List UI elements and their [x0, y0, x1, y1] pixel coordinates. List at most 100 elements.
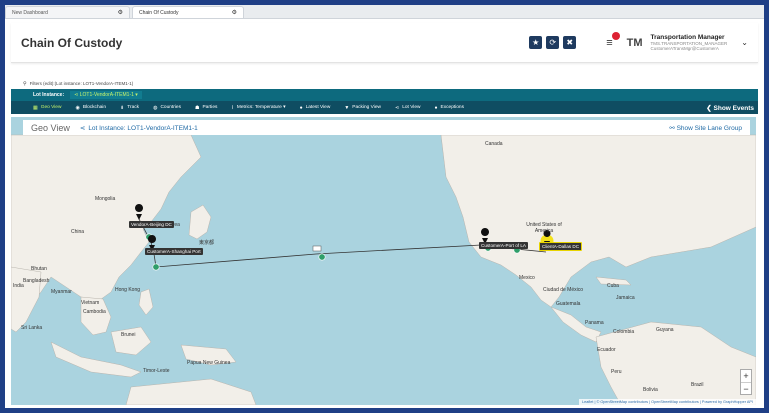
filter-bar[interactable]: ⚲ Filters (edit):(Lot instance: LOT1-Ven…: [5, 78, 764, 89]
pin-label-shanghai[interactable]: CustomerA-Shanghai Port: [145, 248, 203, 255]
nav-lot-view[interactable]: ⋖ Lot View: [395, 105, 421, 111]
label-hong-kong: Hong Kong: [115, 287, 141, 293]
filter-text: Filters (edit):(Lot instance: LOT1-Vendo…: [29, 81, 134, 86]
view-navbar: ▦ Geo View ◉ Blockchain ⇟ Track ◍ Countr…: [11, 101, 758, 114]
geo-lot-text: Lot Instance: LOT1-VendorA-ITEM1-1: [88, 124, 198, 132]
app-frame: New Dashboard ⚙ Chain Of Custody ⚙ Chain…: [5, 5, 764, 408]
user-email: CustomerATransMgr@CustomerA: [650, 46, 719, 52]
show-events-button[interactable]: ❮ Show Events: [706, 104, 758, 112]
label-bolivia: Bolivia: [643, 387, 658, 393]
label-mexico-city: Ciudad de México: [543, 287, 584, 293]
share-icon: ⋖: [74, 92, 79, 98]
label-cuba: Cuba: [607, 283, 619, 289]
nav-label: Parties: [202, 105, 218, 110]
nav-geo-view[interactable]: ▦ Geo View: [33, 105, 61, 111]
page-title: Chain Of Custody: [21, 35, 123, 50]
label-guyana: Guyana: [656, 327, 674, 333]
nav-label: Blockchain: [82, 105, 107, 110]
refresh-button[interactable]: ⟳: [546, 36, 560, 49]
chevron-down-icon[interactable]: ⌄: [741, 38, 748, 47]
nav-blockchain[interactable]: ◉ Blockchain: [75, 105, 106, 111]
nav-track[interactable]: ⇟ Track: [120, 105, 139, 111]
share-icon: ⋖: [394, 104, 400, 111]
close-button[interactable]: ✖: [563, 36, 577, 49]
label-india: India: [13, 283, 24, 289]
label-bhutan: Bhutan: [31, 266, 47, 272]
zoom-in-button[interactable]: +: [741, 370, 751, 382]
india-landmass: [11, 266, 42, 333]
waypoint-flag: [312, 245, 322, 252]
clock-icon: ●: [299, 104, 303, 111]
nav-label: Latest View: [305, 105, 331, 110]
nav-label: Packing View: [352, 105, 381, 110]
label-usa: United States of America: [526, 222, 562, 234]
lot-instance-label: Lot Instance:: [33, 92, 65, 98]
label-canada: Canada: [485, 141, 503, 147]
blockchain-icon: ◉: [75, 104, 80, 111]
label-brunei: Brunei: [121, 332, 136, 338]
nav-label: Exceptions: [440, 105, 464, 110]
japan-landmass: [188, 204, 212, 240]
nav-parties[interactable]: ☗ Parties: [195, 105, 217, 111]
info-icon: ●: [434, 104, 438, 111]
nav-latest-view[interactable]: ● Latest View: [300, 105, 331, 111]
tab-label: Chain Of Custody: [139, 9, 179, 16]
star-button[interactable]: ★: [529, 36, 543, 49]
pin-label-la[interactable]: CustomerA-Port of LA: [479, 242, 528, 249]
label-colombia: Colombia: [613, 329, 635, 335]
nav-label: Track: [127, 105, 140, 110]
gear-icon[interactable]: ⚙: [118, 9, 123, 16]
header-actions: ★ ⟳ ✖ ≡ TM Transportation Manager TMS.TR…: [525, 31, 748, 52]
page-header: Chain Of Custody ★ ⟳ ✖ ≡ TM Transportati…: [11, 23, 758, 63]
lot-instance-select[interactable]: ⋖ LOT1-VendorA-ITEM1-1 ▾: [70, 91, 142, 99]
pin-label-beijing[interactable]: VendorA-Beijing DC: [129, 221, 174, 228]
label-china: China: [71, 229, 85, 235]
route-marker: [152, 263, 160, 271]
geo-header: Geo View ⋖ Lot Instance: LOT1-VendorA-ITE…: [23, 120, 750, 135]
australia-landmass: [125, 378, 257, 405]
track-icon: ⇟: [120, 104, 125, 111]
philippines-landmass: [138, 288, 154, 316]
geo-title: Geo View: [31, 122, 70, 133]
label-bangladesh: Bangladesh: [23, 278, 50, 284]
gear-icon[interactable]: ⚙: [232, 9, 237, 16]
label-ecuador: Ecuador: [597, 347, 616, 353]
lot-instance-bar: Lot Instance: ⋖ LOT1-VendorA-ITEM1-1 ▾: [11, 89, 758, 101]
geo-map[interactable]: Geo View ⋖ Lot Instance: LOT1-VendorA-ITE…: [11, 117, 756, 405]
tab-new-dashboard[interactable]: New Dashboard ⚙: [5, 6, 130, 18]
label-cambodia: Cambodia: [83, 309, 106, 315]
zoom-control: + −: [740, 369, 752, 395]
label-jamaica: Jamaica: [616, 295, 635, 301]
lane-group-icon: ⚯: [669, 124, 677, 132]
user-name: Transportation Manager: [650, 33, 725, 41]
avatar[interactable]: TM: [627, 37, 643, 49]
pin-label-dallas[interactable]: ClientA-Dallas DC: [539, 242, 583, 251]
nav-label: Lot View: [402, 105, 421, 110]
browser-tabbar: New Dashboard ⚙ Chain Of Custody ⚙: [5, 5, 764, 19]
menu-button[interactable]: ≡: [606, 31, 620, 49]
tab-label: New Dashboard: [12, 9, 48, 16]
north-america-landmass: [440, 134, 756, 308]
nav-packing-view[interactable]: ▼ Packing View: [344, 105, 381, 111]
geo-lot-label: ⋖ Lot Instance: LOT1-VendorA-ITEM1-1: [80, 124, 198, 132]
map-icon: ▦: [33, 104, 38, 111]
globe-icon: ◍: [153, 104, 158, 111]
nav-countries[interactable]: ◍ Countries: [153, 105, 181, 111]
label-tokyo: 東京都: [199, 240, 215, 246]
nav-exceptions[interactable]: ● Exceptions: [435, 105, 465, 111]
packing-icon: ▼: [344, 104, 350, 111]
zoom-out-button[interactable]: −: [741, 382, 751, 394]
menu-icon: ≡: [606, 36, 613, 49]
map-attribution[interactable]: Leaflet | © OpenStreetMap contributors |…: [578, 399, 756, 405]
nav-label: Metrics: Temperature ▾: [236, 105, 286, 110]
label-vietnam: Vietnam: [81, 300, 100, 306]
notification-badge: [611, 31, 620, 40]
label-sri-lanka: Sri Lanka: [21, 325, 43, 331]
show-site-lane-group-button[interactable]: ⚯ Show Site Lane Group: [669, 124, 742, 132]
nav-metrics[interactable]: ⌇ Metrics: Temperature ▾: [231, 105, 285, 111]
label-myanmar: Myanmar: [51, 289, 72, 295]
user-info[interactable]: Transportation Manager TMS.TRANSPORTATIO…: [651, 34, 728, 52]
label-guatemala: Guatemala: [556, 301, 581, 307]
tab-chain-of-custody[interactable]: Chain Of Custody ⚙: [132, 6, 244, 18]
nav-label: Geo View: [40, 105, 62, 110]
